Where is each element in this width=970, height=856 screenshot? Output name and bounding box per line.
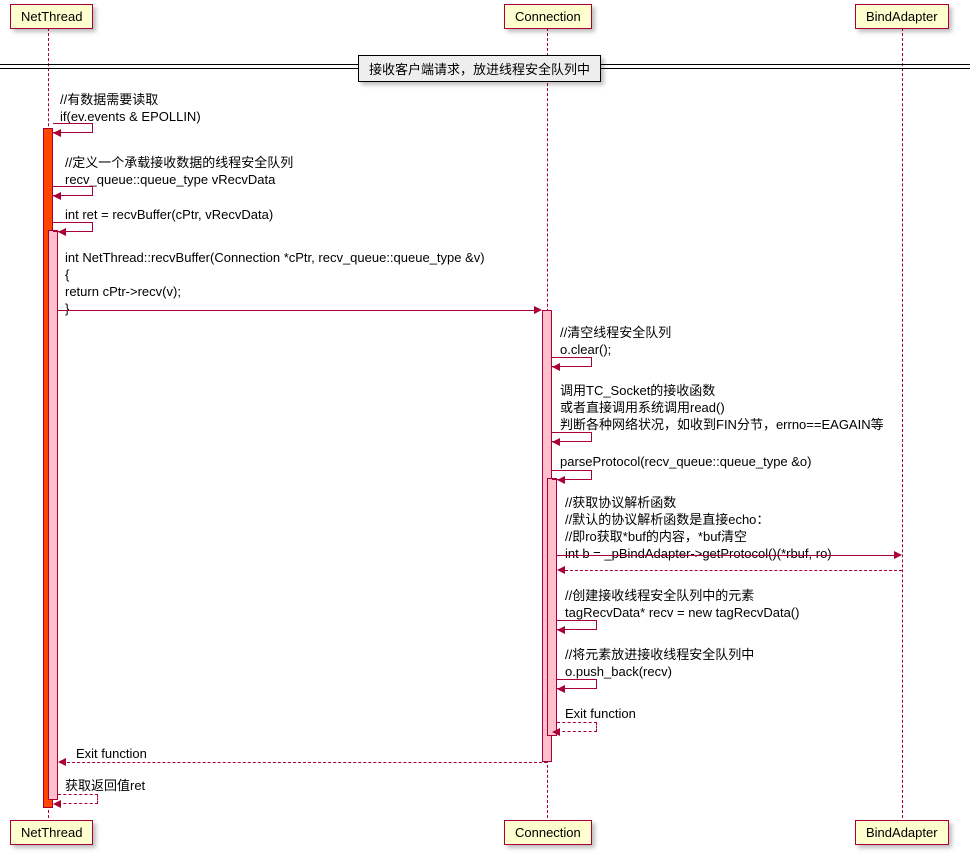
participant-label: NetThread xyxy=(21,9,82,24)
arrow-6 xyxy=(552,438,560,446)
msg-epollin: //有数据需要读取 if(ev.events & EPOLLIN) xyxy=(60,92,201,126)
msg-getprotocol: //获取协议解析函数 //默认的协议解析函数是直接echo： //即ro获取*b… xyxy=(565,495,832,563)
arrow-8r xyxy=(557,566,565,574)
divider-box: 接收客户端请求，放进线程安全队列中 xyxy=(358,55,601,82)
arrow-12 xyxy=(58,758,66,766)
msg-line: //即ro获取*buf的内容，*buf清空 xyxy=(565,529,832,546)
msg-vrecvdata: //定义一个承载接收数据的线程安全队列 recv_queue::queue_ty… xyxy=(65,155,293,189)
selfcall-13 xyxy=(58,794,98,804)
arrow-4 xyxy=(534,306,542,314)
participant-connection-top: Connection xyxy=(504,4,592,29)
selfcall-11 xyxy=(557,722,597,732)
msg-line: Exit function xyxy=(565,706,636,721)
participant-label: BindAdapter xyxy=(866,9,938,24)
participant-bindadapter-bot: BindAdapter xyxy=(855,820,949,845)
participant-label: BindAdapter xyxy=(866,825,938,840)
msg-parseprotocol: parseProtocol(recv_queue::queue_type &o) xyxy=(560,454,812,471)
msg-exitfn-2: Exit function xyxy=(76,746,147,763)
msg-line: tagRecvData* recv = new tagRecvData() xyxy=(565,605,799,622)
arrow-line-8 xyxy=(557,555,897,556)
msg-line: //获取协议解析函数 xyxy=(565,495,832,512)
arrow-line-8r xyxy=(560,570,902,571)
msg-line: //将元素放进接收线程安全队列中 xyxy=(565,647,754,664)
divider-label: 接收客户端请求，放进线程安全队列中 xyxy=(369,62,590,77)
msg-line: Exit function xyxy=(76,746,147,761)
msg-line: //创建接收线程安全队列中的元素 xyxy=(565,588,799,605)
arrow-9 xyxy=(557,626,565,634)
msg-line: //默认的协议解析函数是直接echo： xyxy=(565,512,832,529)
msg-exitfn-1: Exit function xyxy=(565,706,636,723)
msg-line: 或者直接调用系统调用read() xyxy=(560,400,884,417)
msg-line: int NetThread::recvBuffer(Connection *cP… xyxy=(65,250,485,267)
participant-connection-bot: Connection xyxy=(504,820,592,845)
msg-line: int ret = recvBuffer(cPtr, vRecvData) xyxy=(65,207,273,224)
msg-line: { xyxy=(65,267,485,284)
msg-pushback: //将元素放进接收线程安全队列中 o.push_back(recv) xyxy=(565,647,754,681)
participant-label: NetThread xyxy=(21,825,82,840)
arrow-13 xyxy=(53,800,61,808)
participant-label: Connection xyxy=(515,9,581,24)
arrow-2 xyxy=(53,192,61,200)
arrow-5 xyxy=(552,363,560,371)
arrow-line-4 xyxy=(58,310,540,311)
msg-line: 调用TC_Socket的接收函数 xyxy=(560,383,884,400)
participant-netthread-top: NetThread xyxy=(10,4,93,29)
msg-ret: 获取返回值ret xyxy=(65,778,145,795)
participant-netthread-bot: NetThread xyxy=(10,820,93,845)
msg-line: //有数据需要读取 xyxy=(60,92,201,109)
arrow-8 xyxy=(894,551,902,559)
arrow-line-12 xyxy=(62,762,547,763)
arrow-1 xyxy=(53,129,61,137)
msg-line: //清空线程安全队列 xyxy=(560,325,671,342)
arrow-7 xyxy=(557,476,565,484)
participant-bindadapter-top: BindAdapter xyxy=(855,4,949,29)
msg-tcsocket: 调用TC_Socket的接收函数 或者直接调用系统调用read() 判断各种网络… xyxy=(560,383,884,434)
arrow-11 xyxy=(552,728,560,736)
msg-line: return cPtr->recv(v); xyxy=(65,284,485,301)
activation-connection-nested xyxy=(547,478,557,736)
msg-line: parseProtocol(recv_queue::queue_type &o) xyxy=(560,454,812,471)
arrow-3 xyxy=(58,228,66,236)
msg-line: //定义一个承载接收数据的线程安全队列 xyxy=(65,155,293,172)
activation-netthread-nested xyxy=(48,230,58,800)
arrow-10 xyxy=(557,685,565,693)
msg-line: 判断各种网络状况，如收到FIN分节，errno==EAGAIN等 xyxy=(560,417,884,434)
msg-recvbuffer-def: int NetThread::recvBuffer(Connection *cP… xyxy=(65,250,485,318)
lifeline-bindadapter xyxy=(902,28,903,818)
msg-line: 获取返回值ret xyxy=(65,778,145,793)
participant-label: Connection xyxy=(515,825,581,840)
msg-line: recv_queue::queue_type vRecvData xyxy=(65,172,293,189)
msg-tagrecvdata: //创建接收线程安全队列中的元素 tagRecvData* recv = new… xyxy=(565,588,799,622)
msg-clear: //清空线程安全队列 o.clear(); xyxy=(560,325,671,359)
msg-recvbuffer: int ret = recvBuffer(cPtr, vRecvData) xyxy=(65,207,273,224)
